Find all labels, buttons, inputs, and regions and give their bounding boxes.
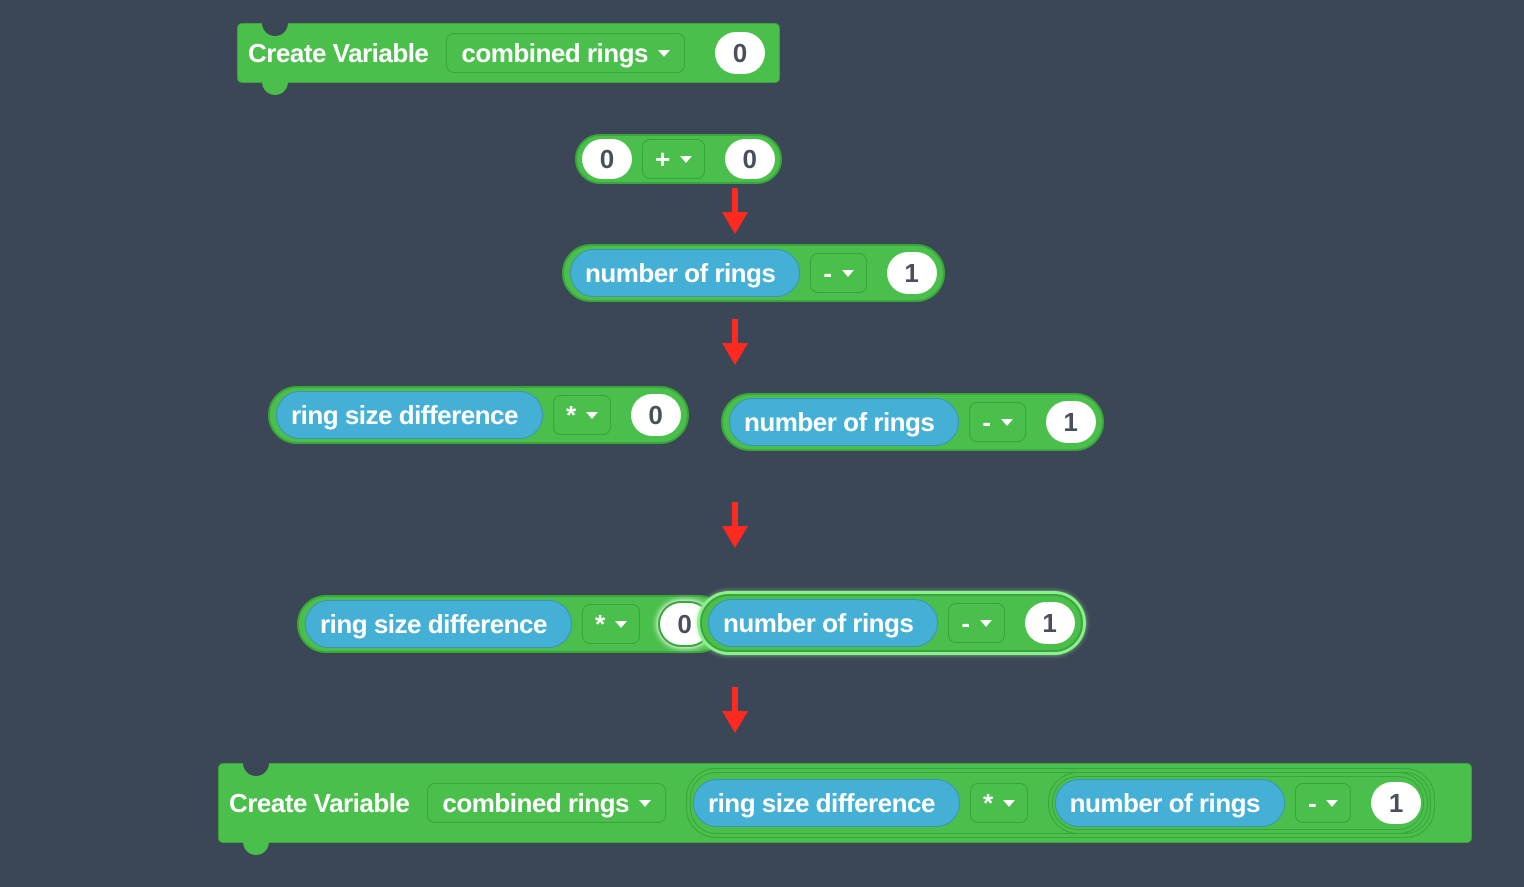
operator-dropdown[interactable]: *: [969, 783, 1028, 823]
operator-label: -: [1307, 787, 1317, 818]
right-operand-input[interactable]: 0: [724, 139, 775, 179]
chevron-down-icon: [1000, 418, 1013, 426]
right-operand-input[interactable]: 1: [1024, 602, 1075, 644]
operator-label: +: [655, 143, 670, 174]
operator-label: -: [961, 607, 970, 638]
chevron-down-icon: [841, 269, 854, 277]
right-operand-input[interactable]: 1: [886, 252, 937, 294]
variable-reporter[interactable]: number of rings: [570, 249, 801, 297]
left-operand-input[interactable]: 0: [582, 139, 632, 179]
variable-reporter[interactable]: number of rings: [708, 599, 939, 647]
arrow-4: [722, 687, 748, 733]
operator-label: *: [982, 787, 993, 818]
right-operand-input[interactable]: 1: [1371, 782, 1422, 824]
variable-reporter[interactable]: ring size difference: [692, 779, 960, 827]
subtract-expression-block[interactable]: number of rings - 1: [721, 393, 1104, 451]
operator-dropdown[interactable]: -: [948, 603, 1005, 643]
block-notch-top: [243, 763, 269, 776]
math-expression-block[interactable]: number of rings - 1: [562, 244, 945, 302]
multiply-expression-block[interactable]: ring size difference * 0: [268, 386, 689, 444]
create-variable-block-final[interactable]: Create Variable combined rings ring size…: [218, 763, 1472, 855]
operator-dropdown[interactable]: -: [969, 402, 1026, 442]
operator-label: *: [565, 399, 576, 430]
operator-label: -: [823, 257, 832, 288]
value-input[interactable]: 0: [714, 32, 765, 74]
variable-name: combined rings: [442, 787, 629, 818]
arrow-1: [722, 188, 748, 234]
block-notch-bottom: [262, 82, 288, 95]
operator-dropdown[interactable]: +: [642, 139, 705, 179]
block-notch-top: [262, 23, 288, 36]
chevron-down-icon: [1326, 799, 1339, 807]
create-variable-block[interactable]: Create Variable combined rings 0: [237, 23, 780, 95]
variable-reporter[interactable]: number of rings: [1054, 779, 1285, 827]
variable-reporter[interactable]: ring size difference: [305, 600, 572, 648]
chevron-down-icon: [614, 620, 627, 628]
chevron-down-icon: [679, 155, 692, 163]
chevron-down-icon: [585, 411, 598, 419]
operator-dropdown[interactable]: *: [552, 395, 611, 435]
operator-dropdown[interactable]: -: [810, 253, 867, 293]
chevron-down-icon: [979, 619, 992, 627]
operator-dropdown[interactable]: -: [1294, 783, 1352, 823]
right-operand-input[interactable]: 1: [1045, 401, 1096, 443]
dragged-subtract-expression-block[interactable]: number of rings - 1: [700, 594, 1083, 652]
block-title: Create Variable: [248, 37, 429, 68]
chevron-down-icon: [1002, 799, 1015, 807]
variable-dropdown[interactable]: combined rings: [427, 783, 666, 823]
operator-dropdown[interactable]: *: [581, 604, 640, 644]
operator-label: *: [594, 608, 605, 639]
block-notch-bottom: [243, 842, 269, 855]
multiply-expression-block[interactable]: ring size difference * number of rings -…: [685, 768, 1436, 838]
operator-label: -: [982, 406, 991, 437]
variable-reporter[interactable]: ring size difference: [276, 391, 543, 439]
subtract-expression-block[interactable]: number of rings - 1: [1047, 772, 1429, 834]
arrow-2: [722, 319, 748, 365]
variable-dropdown[interactable]: combined rings: [446, 33, 685, 73]
block-title: Create Variable: [229, 787, 410, 818]
multiply-expression-block[interactable]: ring size difference * 0: [297, 595, 727, 653]
math-expression-block[interactable]: 0 + 0: [575, 134, 782, 184]
variable-name: combined rings: [461, 37, 648, 68]
chevron-down-icon: [638, 799, 651, 807]
right-operand-input[interactable]: 0: [630, 394, 681, 436]
variable-reporter[interactable]: number of rings: [729, 398, 960, 446]
chevron-down-icon: [657, 49, 670, 57]
arrow-3: [722, 502, 748, 548]
